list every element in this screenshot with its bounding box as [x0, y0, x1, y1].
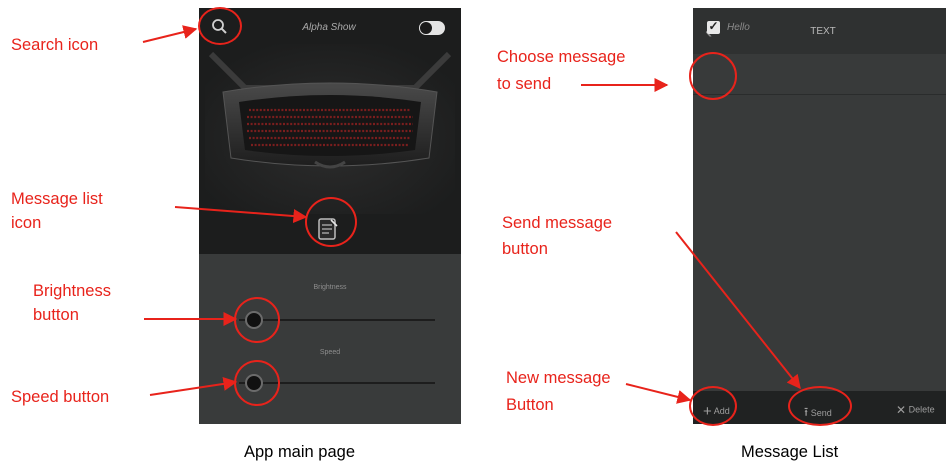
brightness-annotation-line2: button [33, 306, 79, 324]
new-message-annotation-line1: New message [506, 369, 611, 387]
new-message-annotation-line2: Button [506, 396, 554, 414]
message-list-annotation-line1: Message list [11, 190, 103, 208]
search-icon-annotation: Search icon [11, 36, 99, 54]
send-annotation-line1: Send message [502, 214, 613, 232]
choose-annotation-line1: Choose message [497, 48, 626, 66]
message-list-caption: Message List [741, 443, 839, 461]
send-annotation-line2: button [502, 240, 548, 258]
choose-annotation-line2: to send [497, 75, 552, 93]
annotation-arrows [142, 25, 801, 404]
brightness-annotation-line1: Brightness [33, 282, 111, 300]
message-list-annotation-line2: icon [11, 214, 42, 232]
speed-annotation: Speed button [11, 388, 110, 406]
main-page-caption: App main page [244, 443, 355, 461]
